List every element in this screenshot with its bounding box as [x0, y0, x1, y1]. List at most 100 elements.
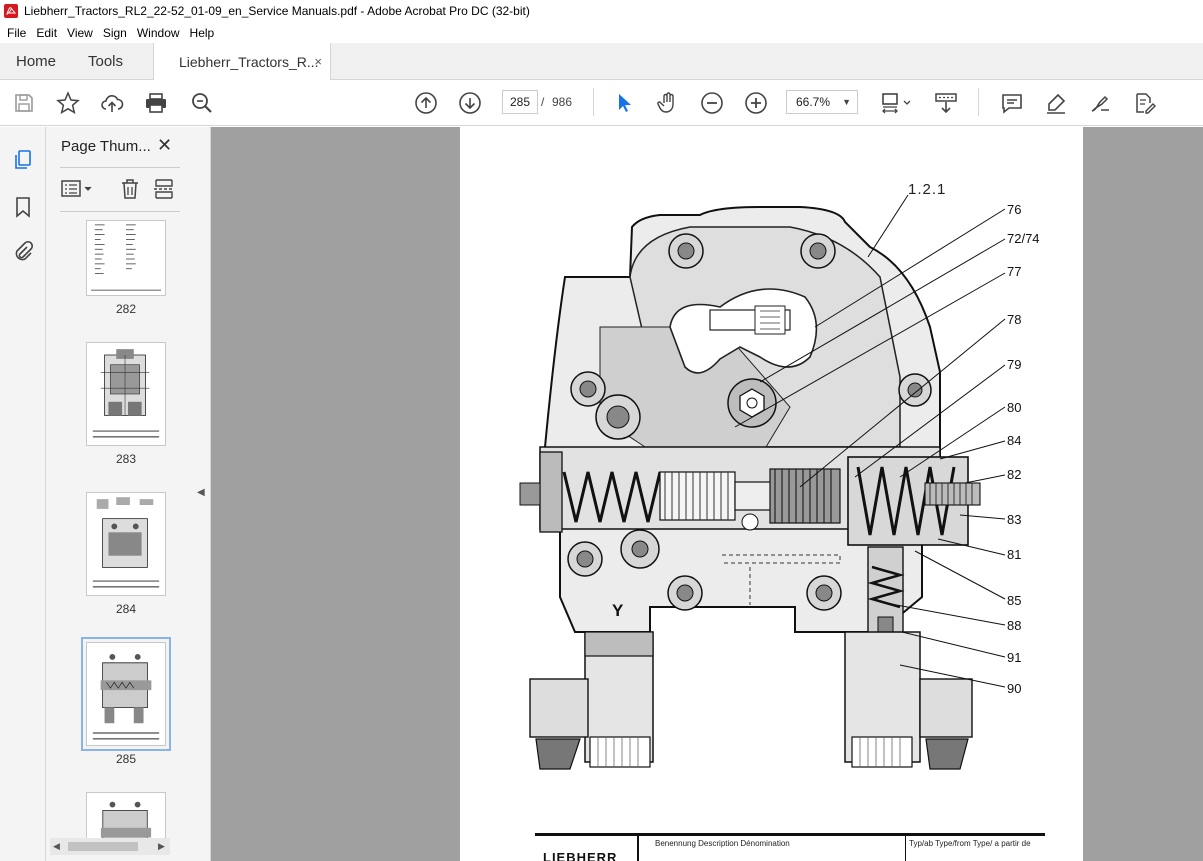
menu-edit[interactable]: Edit — [31, 26, 62, 40]
title-bar: Liebherr_Tractors_RL2_22-52_01-09_en_Ser… — [0, 0, 1203, 22]
page-total: 986 — [552, 95, 573, 109]
zoom-level-dropdown[interactable]: 66.7% ▼ — [786, 90, 858, 114]
thumbnail-page-286[interactable] — [86, 792, 166, 840]
callout-label: 91 — [1007, 650, 1022, 665]
thumbnail-label: 283 — [115, 452, 137, 466]
thumbnail-label: 284 — [115, 602, 137, 616]
page-number-input[interactable]: 285 — [502, 90, 538, 114]
next-page-icon[interactable] — [458, 91, 482, 115]
cloud-upload-icon[interactable] — [100, 91, 124, 115]
close-icon[interactable]: ✕ — [157, 135, 172, 156]
window-title: Liebherr_Tractors_RL2_22-52_01-09_en_Ser… — [24, 4, 530, 18]
scroll-right-icon[interactable]: ▶ — [158, 841, 165, 852]
callout-label: 90 — [1007, 681, 1022, 696]
scroll-mode-icon[interactable] — [934, 91, 958, 115]
page-preview-image — [90, 224, 162, 291]
save-icon[interactable] — [12, 91, 36, 115]
divider — [60, 167, 180, 168]
callout-label: 78 — [1007, 312, 1022, 327]
select-cursor-icon[interactable] — [612, 91, 636, 115]
thumbnail-page-283[interactable] — [86, 342, 166, 446]
menu-view[interactable]: View — [62, 26, 98, 40]
callout-label: 76 — [1007, 202, 1022, 217]
callout-label: 85 — [1007, 593, 1022, 608]
page-thumbnails-icon[interactable] — [11, 148, 35, 172]
drawing-title-block: LIEBHERR Benennung Description Dénominat… — [535, 833, 1045, 861]
previous-page-icon[interactable] — [414, 91, 438, 115]
callout-label: 88 — [1007, 618, 1022, 633]
comment-icon[interactable] — [1000, 91, 1024, 115]
attachment-icon[interactable] — [11, 240, 35, 264]
page-preview-image — [92, 654, 160, 740]
tab-home[interactable]: Home — [16, 43, 56, 80]
chevron-down-icon: ▼ — [842, 97, 851, 107]
edit-pdf-icon[interactable] — [1132, 91, 1156, 115]
menu-file[interactable]: File — [2, 26, 31, 40]
technical-drawing — [519, 194, 1006, 770]
panel-toolbar — [60, 177, 180, 203]
menu-sign[interactable]: Sign — [98, 26, 132, 40]
tab-document[interactable]: Liebherr_Tractors_R... × — [153, 43, 331, 81]
tab-close-icon[interactable]: × — [314, 54, 322, 69]
pdf-page: 1.2.1 76 72/74 77 78 79 80 84 82 83 81 8… — [460, 127, 1083, 861]
print-icon[interactable] — [144, 91, 168, 115]
scroll-left-icon[interactable]: ◀ — [53, 841, 60, 852]
brand-logo-text: LIEBHERR — [543, 850, 618, 861]
hand-tool-icon[interactable] — [656, 91, 680, 115]
toolbar-divider — [593, 88, 594, 116]
sign-icon[interactable] — [1088, 91, 1112, 115]
thumbnail-page-282[interactable] — [86, 220, 166, 296]
zoom-level-value: 66.7% — [796, 95, 831, 109]
thumbnail-horizontal-scrollbar[interactable]: ◀ ▶ — [50, 838, 170, 855]
page-preview-image — [92, 349, 160, 438]
toolbar-divider — [978, 88, 979, 116]
thumbnail-options-icon[interactable] — [60, 177, 96, 201]
thumbnail-page-285[interactable] — [81, 637, 171, 751]
callout-label: 72/74 — [1007, 231, 1040, 246]
zoom-out-icon[interactable] — [700, 91, 724, 115]
menu-help[interactable]: Help — [185, 26, 220, 40]
main-toolbar: 285 / 986 66.7% ▼ — [0, 80, 1203, 126]
page-preview-image — [100, 801, 152, 840]
divider — [905, 836, 906, 861]
bookmark-icon[interactable] — [11, 195, 35, 219]
tab-tools[interactable]: Tools — [88, 43, 123, 80]
bookmark-star-icon[interactable] — [56, 91, 80, 115]
thumbnail-label: 282 — [115, 302, 137, 316]
document-view[interactable]: 1.2.1 76 72/74 77 78 79 80 84 82 83 81 8… — [211, 127, 1203, 861]
callout-label: 83 — [1007, 512, 1022, 527]
callout-label: 82 — [1007, 467, 1022, 482]
scrollbar-thumb[interactable] — [68, 842, 138, 851]
callout-label: 79 — [1007, 357, 1022, 372]
callout-label: 84 — [1007, 433, 1022, 448]
tab-bar: Home Tools Liebherr_Tractors_R... × — [0, 43, 1203, 81]
panel-splitter[interactable]: ◀ — [191, 127, 211, 861]
zoom-search-icon[interactable] — [190, 91, 214, 115]
panel-title: Page Thum... — [61, 138, 151, 155]
title-block-description-header: Benennung Description Dénomination — [655, 839, 790, 848]
thumbnail-list: 282 283 284 285 — [46, 220, 171, 840]
callout-label: 77 — [1007, 264, 1022, 279]
page-thumbnails-panel: Page Thum... ✕ 282 283 284 285 ◀ ▶ — [46, 127, 231, 861]
page-separator: / — [541, 95, 545, 109]
thumbnail-label: 285 — [115, 752, 137, 766]
fit-page-icon[interactable] — [880, 91, 914, 115]
page-preview-image — [92, 497, 160, 588]
title-block-brand-cell: LIEBHERR — [535, 836, 639, 861]
collapse-panel-icon[interactable]: ◀ — [197, 487, 205, 498]
menu-bar: File Edit View Sign Window Help — [0, 22, 1203, 43]
menu-window[interactable]: Window — [132, 26, 185, 40]
acrobat-logo-icon — [4, 4, 18, 18]
tab-document-label: Liebherr_Tractors_R... — [179, 54, 319, 70]
callout-label: 81 — [1007, 547, 1022, 562]
zoom-in-icon[interactable] — [744, 91, 768, 115]
view-label: Y — [612, 601, 624, 620]
callout-label: 80 — [1007, 400, 1022, 415]
figure-reference: 1.2.1 — [908, 181, 947, 198]
highlight-pen-icon[interactable] — [1044, 91, 1068, 115]
delete-page-icon[interactable] — [118, 177, 142, 201]
title-block-type-header: Typ/ab Type/from Type/ a partir de — [909, 839, 1031, 848]
divider — [60, 211, 180, 212]
thumbnail-page-284[interactable] — [86, 492, 166, 596]
extract-page-icon[interactable] — [152, 177, 176, 201]
